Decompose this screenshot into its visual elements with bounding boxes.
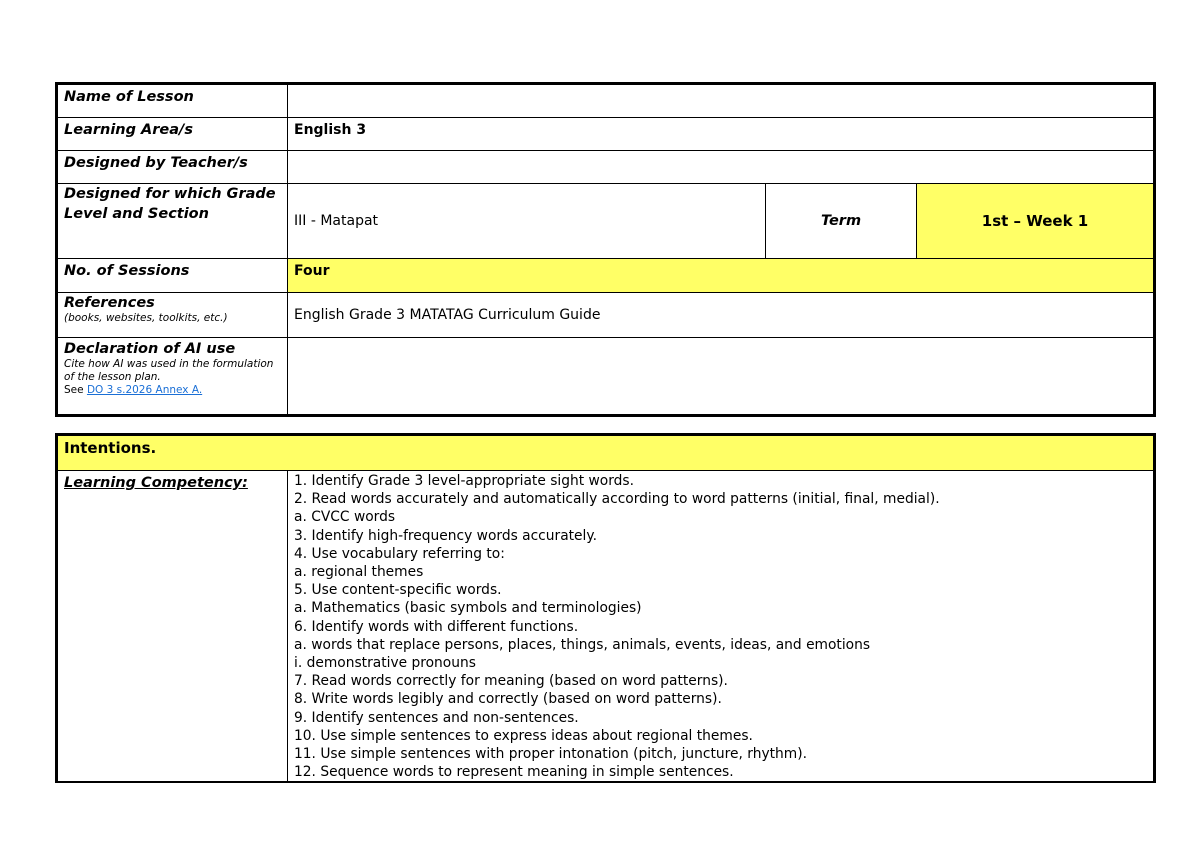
name-of-lesson-label: Name of Lesson [56, 83, 288, 118]
designed-by-value[interactable] [286, 150, 1156, 184]
sessions-label: No. of Sessions [56, 258, 288, 293]
competency-item: a. regional themes [294, 564, 424, 581]
term-value[interactable]: 1st – Week 1 [915, 183, 1156, 259]
competency-item: 3. Identify high-frequency words accurat… [294, 527, 597, 544]
competency-item: 7. Read words correctly for meaning (bas… [294, 673, 728, 690]
do-annex-link[interactable]: DO 3 s.2026 Annex A. [87, 384, 202, 396]
competency-item: 1. Identify Grade 3 level-appropriate si… [294, 473, 635, 489]
grade-level-label: Designed for which Grade Level and Secti… [56, 183, 288, 259]
ai-use-note: Cite how AI was used in the formulation … [64, 358, 274, 383]
competency-item: a. Mathematics (basic symbols and termin… [294, 600, 642, 617]
competency-item: 11. Use simple sentences with proper int… [294, 746, 807, 763]
row-learning-competency: Learning Competency: 1. Identify Grade 3… [56, 470, 1155, 783]
learning-area-value[interactable]: English 3 [286, 117, 1156, 151]
ai-use-cell: Declaration of AI use Cite how AI was us… [56, 337, 288, 416]
references-value[interactable]: English Grade 3 MATATAG Curriculum Guide [286, 292, 1156, 338]
row-references: References (books, websites, toolkits, e… [56, 292, 1156, 338]
competency-item: 8. Write words legibly and correctly (ba… [294, 691, 722, 708]
sessions-value[interactable]: Four [286, 258, 1156, 293]
ai-use-label: Declaration of AI use [64, 341, 236, 357]
learning-competency-cell: 1. Identify Grade 3 level-appropriate si… [287, 470, 1155, 783]
row-name-of-lesson: Name of Lesson [56, 83, 1156, 118]
ai-use-see: See [64, 384, 87, 396]
competency-item: 4. Use vocabulary referring to: [294, 545, 505, 562]
competency-item: a. words that replace persons, places, t… [294, 636, 871, 653]
competency-item: 12. Sequence words to represent meaning … [294, 764, 734, 781]
competency-item: 9. Identify sentences and non-sentences. [294, 709, 579, 726]
lesson-info-table: Name of Lesson Learning Area/s English 3… [55, 82, 1157, 417]
references-sublabel: (books, websites, toolkits, etc.) [64, 312, 228, 324]
designed-by-label: Designed by Teacher/s [56, 150, 288, 184]
row-ai-use: Declaration of AI use Cite how AI was us… [56, 337, 1156, 416]
competency-item: 6. Identify words with different functio… [294, 618, 579, 635]
competency-item: 10. Use simple sentences to express idea… [294, 727, 753, 744]
references-label: References [64, 295, 155, 311]
competency-item: 2. Read words accurately and automatical… [294, 491, 940, 508]
row-sessions: No. of Sessions Four [56, 258, 1156, 293]
competency-list: 1. Identify Grade 3 level-appropriate si… [294, 472, 1147, 781]
competency-item: a. CVCC words [294, 509, 396, 526]
learning-competency-label: Learning Competency: [56, 470, 288, 783]
row-learning-area: Learning Area/s English 3 [56, 117, 1156, 151]
term-label: Term [765, 183, 917, 259]
row-grade-level: Designed for which Grade Level and Secti… [56, 183, 1156, 259]
competency-item: 5. Use content-specific words. [294, 582, 502, 599]
name-of-lesson-value[interactable] [286, 83, 1156, 118]
references-cell: References (books, websites, toolkits, e… [56, 292, 288, 338]
row-designed-by: Designed by Teacher/s [56, 150, 1156, 184]
intentions-heading: Intentions. [56, 434, 1155, 471]
ai-use-value[interactable] [286, 337, 1156, 416]
row-intentions-heading: Intentions. [56, 434, 1155, 471]
competency-item: i. demonstrative pronouns [294, 655, 476, 672]
intentions-table: Intentions. Learning Competency: 1. Iden… [55, 433, 1156, 784]
grade-level-value[interactable]: III - Matapat [287, 183, 766, 259]
learning-area-label: Learning Area/s [56, 117, 288, 151]
